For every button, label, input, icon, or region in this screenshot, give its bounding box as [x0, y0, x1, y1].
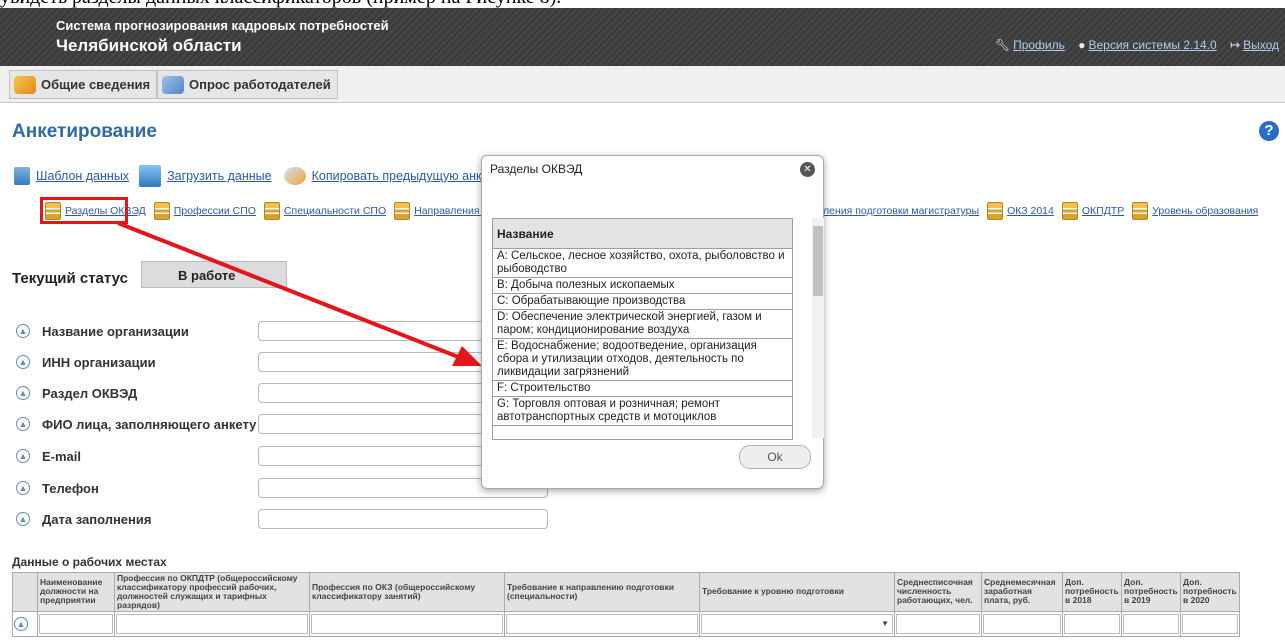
close-icon[interactable]: ✕: [800, 162, 815, 177]
list-item[interactable]: A: Сельское, лесное хозяйство, охота, ры…: [493, 249, 792, 278]
dialog-title: Разделы ОКВЭД: [490, 162, 583, 176]
list-header: Название: [493, 219, 792, 249]
list-item[interactable]: G: Торговля оптовая и розничная; ремонт …: [493, 397, 792, 426]
list-item[interactable]: C: Обрабатывающие производства: [493, 294, 792, 310]
scrollbar-thumb[interactable]: [813, 226, 823, 296]
list-item[interactable]: D: Обеспечение электрической энергией, г…: [493, 310, 792, 339]
list-item[interactable]: B: Добыча полезных ископаемых: [493, 278, 792, 294]
ok-button[interactable]: Ok: [739, 445, 811, 469]
okved-dialog: Разделы ОКВЭД ✕ Название A: Сельское, ле…: [481, 155, 824, 489]
list-item[interactable]: E: Водоснабжение; водоотведение, организ…: [493, 339, 792, 381]
list-item[interactable]: F: Строительство: [493, 381, 792, 397]
okved-list: Название A: Сельское, лесное хозяйство, …: [492, 218, 793, 440]
